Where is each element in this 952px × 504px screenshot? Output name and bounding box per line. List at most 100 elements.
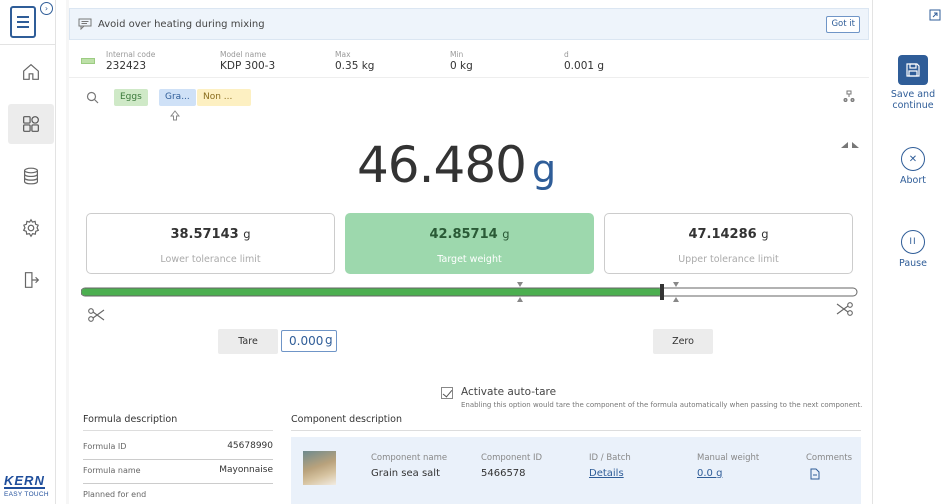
component-id: Component ID 5466578 xyxy=(481,453,542,479)
save-continue-label: Save and continue xyxy=(890,89,936,111)
lower-tolerance-label: Lower tolerance limit xyxy=(160,254,261,265)
sidebar-expand-icon[interactable]: › xyxy=(40,2,53,15)
close-circle-icon: ✕ xyxy=(901,147,925,171)
got-it-button[interactable]: Got it xyxy=(826,16,860,33)
brand-name: KERN xyxy=(4,473,45,489)
d-value: 0.001 g xyxy=(564,60,605,72)
comments-label: Comments xyxy=(806,453,853,463)
scissors-icon[interactable] xyxy=(88,307,105,323)
upper-tolerance-unit: g xyxy=(761,227,769,241)
auto-tare-label: Activate auto-tare xyxy=(461,386,557,398)
upper-tolerance-card: 47.14286 g Upper tolerance limit xyxy=(604,213,853,274)
formula-planned-label: Planned for end xyxy=(83,490,147,499)
component-name-label: Component name xyxy=(371,453,448,463)
auto-tare-checkbox[interactable] xyxy=(441,387,453,399)
manual-weight-link[interactable]: 0.0 g xyxy=(697,468,759,479)
scale-info-bar: Internal code 232423 Model name KDP 300-… xyxy=(69,44,869,78)
right-action-bar: Save and continue ✕ Abort II Pause xyxy=(872,0,952,504)
max-capacity: Max 0.35 kg xyxy=(335,50,374,72)
model-name: Model name KDP 300-3 xyxy=(220,50,275,72)
comment-icon xyxy=(78,18,92,30)
target-weight-unit: g xyxy=(502,227,510,241)
database-icon xyxy=(23,167,39,185)
scale-weight-icon[interactable] xyxy=(842,88,856,104)
target-weight-card: 42.85714 g Target weight xyxy=(345,213,594,274)
auto-tare-hint: Enabling this option would tare the comp… xyxy=(461,401,863,409)
component-divider xyxy=(291,430,861,431)
component-image xyxy=(303,451,336,485)
component-card: Component name Grain sea salt Component … xyxy=(291,437,861,504)
lower-tolerance-weight: 38.57143 g xyxy=(87,227,334,242)
component-batch-label: ID / Batch xyxy=(589,453,631,463)
sidebar-item-logout[interactable] xyxy=(8,260,54,300)
max-label: Max xyxy=(335,50,351,59)
lower-tolerance-unit: g xyxy=(243,227,251,241)
formula-row-id: Formula ID 45678990 xyxy=(83,438,273,460)
fullscreen-icon[interactable] xyxy=(929,9,941,21)
current-weight-value: 46.480 xyxy=(357,136,527,194)
pointer-up-icon xyxy=(170,110,180,121)
brand-logo: KERN EASY TOUCH xyxy=(4,470,54,498)
scissors-right-icon[interactable] xyxy=(836,301,853,317)
lower-tolerance-value: 38.57143 xyxy=(170,227,239,242)
pause-circle-icon: II xyxy=(901,230,925,254)
current-weight-display: 46.480 g xyxy=(357,136,556,194)
model-name-label: Model name xyxy=(220,50,267,59)
scale-icon xyxy=(81,58,95,64)
allergen-chip-eggs[interactable]: Eggs xyxy=(114,89,148,106)
pause-label: Pause xyxy=(899,258,927,269)
d-label: d xyxy=(564,50,569,59)
upper-marker-top xyxy=(673,282,679,287)
save-continue-button[interactable]: Save and continue xyxy=(873,55,952,111)
formula-section-title: Formula description xyxy=(83,414,178,425)
abort-label: Abort xyxy=(900,175,926,186)
sidebar-item-dashboard[interactable] xyxy=(8,104,54,144)
formula-row-planned: Planned for end xyxy=(83,486,273,504)
target-weight: 42.85714 g xyxy=(346,227,593,242)
sidebar-item-database[interactable] xyxy=(8,156,54,196)
allergen-chip-grains[interactable]: Gra... xyxy=(159,89,196,106)
formula-name-label: Formula name xyxy=(83,466,141,475)
notice-banner: Avoid over heating during mixing Got it xyxy=(69,8,869,40)
search-icon[interactable] xyxy=(86,91,99,104)
formula-name-value: Mayonnaise xyxy=(219,465,273,475)
notice-message: Avoid over heating during mixing xyxy=(98,18,265,30)
tare-unit: g xyxy=(325,333,333,347)
settings-icon xyxy=(22,218,40,238)
batch-details-link[interactable]: Details xyxy=(589,468,631,479)
collapse-arrows-icon[interactable] xyxy=(841,140,859,148)
component-name: Component name Grain sea salt xyxy=(371,453,447,479)
sidebar-item-home[interactable] xyxy=(8,52,54,92)
formula-divider xyxy=(83,430,273,431)
progress-fill xyxy=(81,288,663,296)
component-id-value: 5466578 xyxy=(481,468,526,479)
abort-button[interactable]: ✕ Abort xyxy=(873,147,952,186)
save-icon xyxy=(898,55,928,85)
left-sidebar: › KERN EASY TOUCH xyxy=(0,0,56,504)
tare-button[interactable]: Tare xyxy=(218,329,278,354)
target-weight-label: Target weight xyxy=(437,254,502,265)
manual-weight-label: Manual weight xyxy=(697,453,760,463)
allergen-chip-non[interactable]: Non ... xyxy=(197,89,251,106)
sidebar-item-settings[interactable] xyxy=(8,208,54,248)
model-name-value: KDP 300-3 xyxy=(220,60,276,72)
pause-button[interactable]: II Pause xyxy=(873,230,952,269)
component-comments: Comments xyxy=(806,453,852,484)
target-marker-top xyxy=(517,282,523,287)
internal-code-label: Internal code xyxy=(106,50,156,59)
logout-icon xyxy=(24,272,40,288)
upper-tolerance-value: 47.14286 xyxy=(688,227,757,242)
min-label: Min xyxy=(450,50,464,59)
min-value: 0 kg xyxy=(450,60,473,72)
internal-code: Internal code 232423 xyxy=(106,50,155,72)
home-icon xyxy=(23,63,39,80)
component-id-label: Component ID xyxy=(481,453,543,463)
zero-button[interactable]: Zero xyxy=(653,329,713,354)
comment-document-icon[interactable] xyxy=(810,468,820,480)
brand-subtitle: EASY TOUCH xyxy=(4,491,49,498)
component-batch: ID / Batch Details xyxy=(589,453,631,479)
formula-id-label: Formula ID xyxy=(83,442,127,451)
main-area: Avoid over heating during mixing Got it … xyxy=(66,0,872,504)
upper-marker-bottom xyxy=(673,297,679,302)
upper-tolerance-label: Upper tolerance limit xyxy=(678,254,779,265)
